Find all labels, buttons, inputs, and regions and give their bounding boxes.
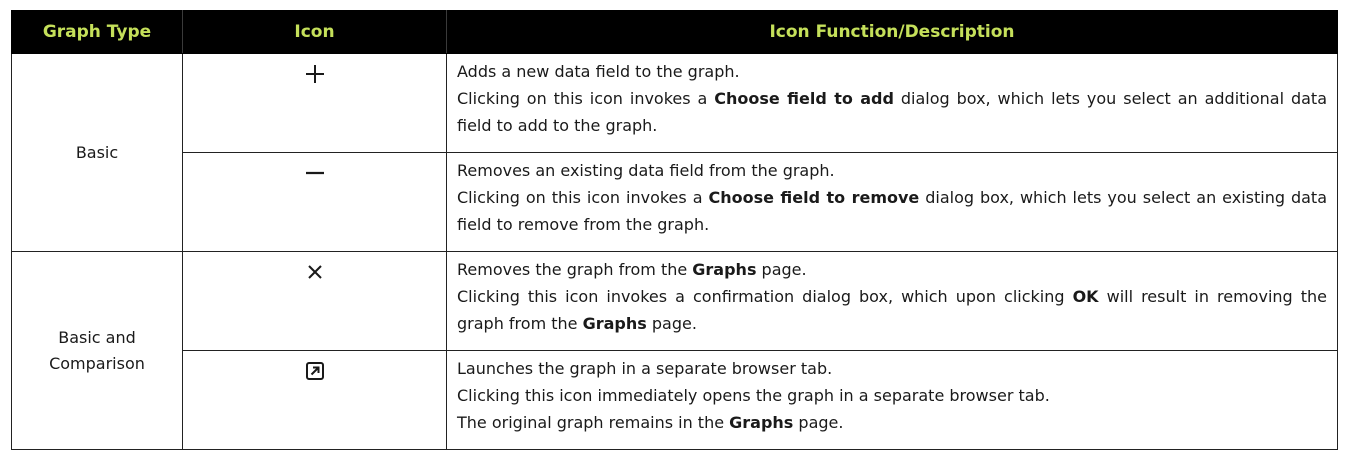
description-detail: Clicking this icon invokes a confirmatio… xyxy=(457,283,1327,337)
summary-text: Removes the graph from the xyxy=(457,260,693,279)
detail-text: Clicking on this icon invokes a xyxy=(457,188,709,207)
icon-reference-table: Graph Type Icon Icon Function/Descriptio… xyxy=(11,10,1338,450)
graph-type-cell: Basic and Comparison xyxy=(11,251,183,450)
dialog-name: Choose field to add xyxy=(714,89,894,108)
description-detail: Clicking this icon immediately opens the… xyxy=(457,386,1050,405)
table-row: Removes an existing data field from the … xyxy=(12,152,1338,252)
description-summary: Removes the graph from the Graphs page. xyxy=(457,256,1327,283)
icon-cell xyxy=(182,251,447,351)
dialog-name: Choose field to remove xyxy=(708,188,920,207)
header-graph-type: Graph Type xyxy=(11,10,183,54)
page-name: Graphs xyxy=(729,413,794,432)
graph-type-label: Basic and Comparison xyxy=(49,327,145,373)
graph-type-cell: Basic xyxy=(11,53,183,252)
description-summary: Adds a new data field to the graph. xyxy=(457,62,740,81)
table-header-row: Graph Type Icon Icon Function/Descriptio… xyxy=(11,10,1338,54)
button-name: OK xyxy=(1072,287,1099,306)
icon-cell xyxy=(182,152,447,252)
detail-text: Clicking on this icon invokes a xyxy=(457,89,715,108)
icon-cell xyxy=(182,53,447,153)
detail-text: Clicking this icon invokes a confirmatio… xyxy=(457,287,1073,306)
summary-text: page. xyxy=(756,260,807,279)
open-in-new-tab-icon xyxy=(305,362,324,380)
description-detail: The original graph remains in the Graphs… xyxy=(457,409,1327,436)
detail-text: page. xyxy=(793,413,844,432)
description-cell: Removes an existing data field from the … xyxy=(446,152,1338,252)
description-cell: Removes the graph from the Graphs page. … xyxy=(446,251,1338,351)
header-icon: Icon xyxy=(182,10,447,54)
page-name: Graphs xyxy=(582,314,647,333)
description-summary: Launches the graph in a separate browser… xyxy=(457,359,833,378)
close-icon xyxy=(307,265,322,279)
graph-type-label: Basic xyxy=(75,142,119,162)
page-name: Graphs xyxy=(692,260,757,279)
description-detail: Clicking on this icon invokes a Choose f… xyxy=(457,184,1327,238)
table-row: Launches the graph in a separate browser… xyxy=(12,350,1338,450)
description-cell: Launches the graph in a separate browser… xyxy=(446,350,1338,450)
detail-text: The original graph remains in the xyxy=(457,413,730,432)
description-cell: Adds a new data field to the graph. Clic… xyxy=(446,53,1338,153)
description-detail: Clicking on this icon invokes a Choose f… xyxy=(457,85,1327,139)
table-row: Basic Adds a new data field to the graph… xyxy=(11,53,1338,252)
header-description: Icon Function/Description xyxy=(446,10,1338,54)
minus-icon xyxy=(305,171,324,175)
detail-text: page. xyxy=(646,314,697,333)
table-row: Basic and Comparison Removes the graph f… xyxy=(11,251,1338,450)
icon-cell xyxy=(182,350,447,450)
plus-icon xyxy=(305,65,324,83)
description-summary: Removes an existing data field from the … xyxy=(457,161,835,180)
